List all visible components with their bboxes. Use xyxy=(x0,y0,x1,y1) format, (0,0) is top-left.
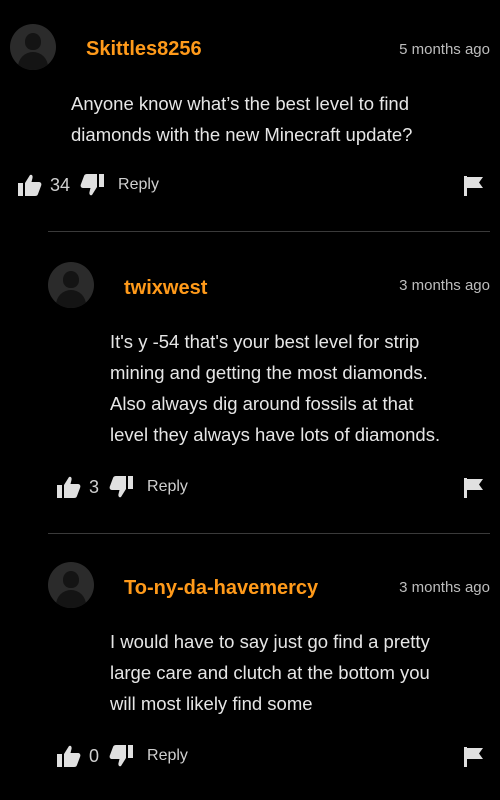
avatar-head-shape xyxy=(25,33,41,50)
reply-button[interactable]: Reply xyxy=(147,747,188,765)
avatar[interactable] xyxy=(10,24,56,70)
comment-text-line: level they always have lots of diamonds. xyxy=(110,424,441,445)
comment-text-line: Also always dig around fossils at that xyxy=(110,393,414,414)
thumbs-down-icon[interactable] xyxy=(80,174,105,196)
comment-text-line: Anyone know what’s the best level to fin… xyxy=(71,93,410,114)
comment-text: I would have to say just go find a prett… xyxy=(110,626,430,719)
comment-actions: 0 Reply xyxy=(57,743,188,769)
like-count: 0 xyxy=(89,745,100,766)
timestamp: 5 months ago xyxy=(399,41,490,58)
comment-reply: twixwest 3 months ago It's y -54 that's … xyxy=(0,232,500,532)
thumbs-down-icon[interactable] xyxy=(109,745,134,767)
timestamp: 3 months ago xyxy=(399,277,490,294)
comment-text-line: diamonds with the new Minecraft update? xyxy=(71,124,413,145)
like-count: 34 xyxy=(50,174,71,195)
comment: Skittles8256 5 months ago Anyone know wh… xyxy=(0,0,500,230)
avatar[interactable] xyxy=(48,262,94,308)
username[interactable]: twixwest xyxy=(124,277,207,300)
avatar-body-shape xyxy=(56,590,86,608)
thumbs-up-icon[interactable] xyxy=(57,476,81,498)
flag-icon[interactable] xyxy=(464,478,484,498)
comment-reply: To-ny-da-havemercy 3 months ago I would … xyxy=(0,534,500,800)
reply-button[interactable]: Reply xyxy=(118,176,159,194)
avatar-head-shape xyxy=(63,571,79,588)
comment-text: Anyone know what’s the best level to fin… xyxy=(71,88,412,150)
comment-text-line: I would have to say just go find a prett… xyxy=(110,631,430,652)
username[interactable]: To-ny-da-havemercy xyxy=(124,577,318,600)
avatar-body-shape xyxy=(56,290,86,308)
thumbs-up-icon[interactable] xyxy=(18,174,42,196)
comment-actions: 34 Reply xyxy=(18,172,159,198)
thumbs-down-icon[interactable] xyxy=(109,476,134,498)
like-count: 3 xyxy=(89,476,100,497)
comment-text-line: mining and getting the most diamonds. xyxy=(110,362,428,383)
thumbs-up-icon[interactable] xyxy=(57,745,81,767)
avatar-body-shape xyxy=(18,52,48,70)
comment-text: It's y -54 that's your best level for st… xyxy=(110,326,440,450)
avatar-head-shape xyxy=(63,271,79,288)
avatar[interactable] xyxy=(48,562,94,608)
reply-button[interactable]: Reply xyxy=(147,478,188,496)
flag-icon[interactable] xyxy=(464,747,484,767)
username[interactable]: Skittles8256 xyxy=(86,38,202,61)
comment-text-line: It's y -54 that's your best level for st… xyxy=(110,331,420,352)
comment-actions: 3 Reply xyxy=(57,474,188,500)
flag-icon[interactable] xyxy=(464,176,484,196)
timestamp: 3 months ago xyxy=(399,579,490,596)
comment-text-line: will most likely find some xyxy=(110,693,313,714)
comment-text-line: large care and clutch at the bottom you xyxy=(110,662,430,683)
